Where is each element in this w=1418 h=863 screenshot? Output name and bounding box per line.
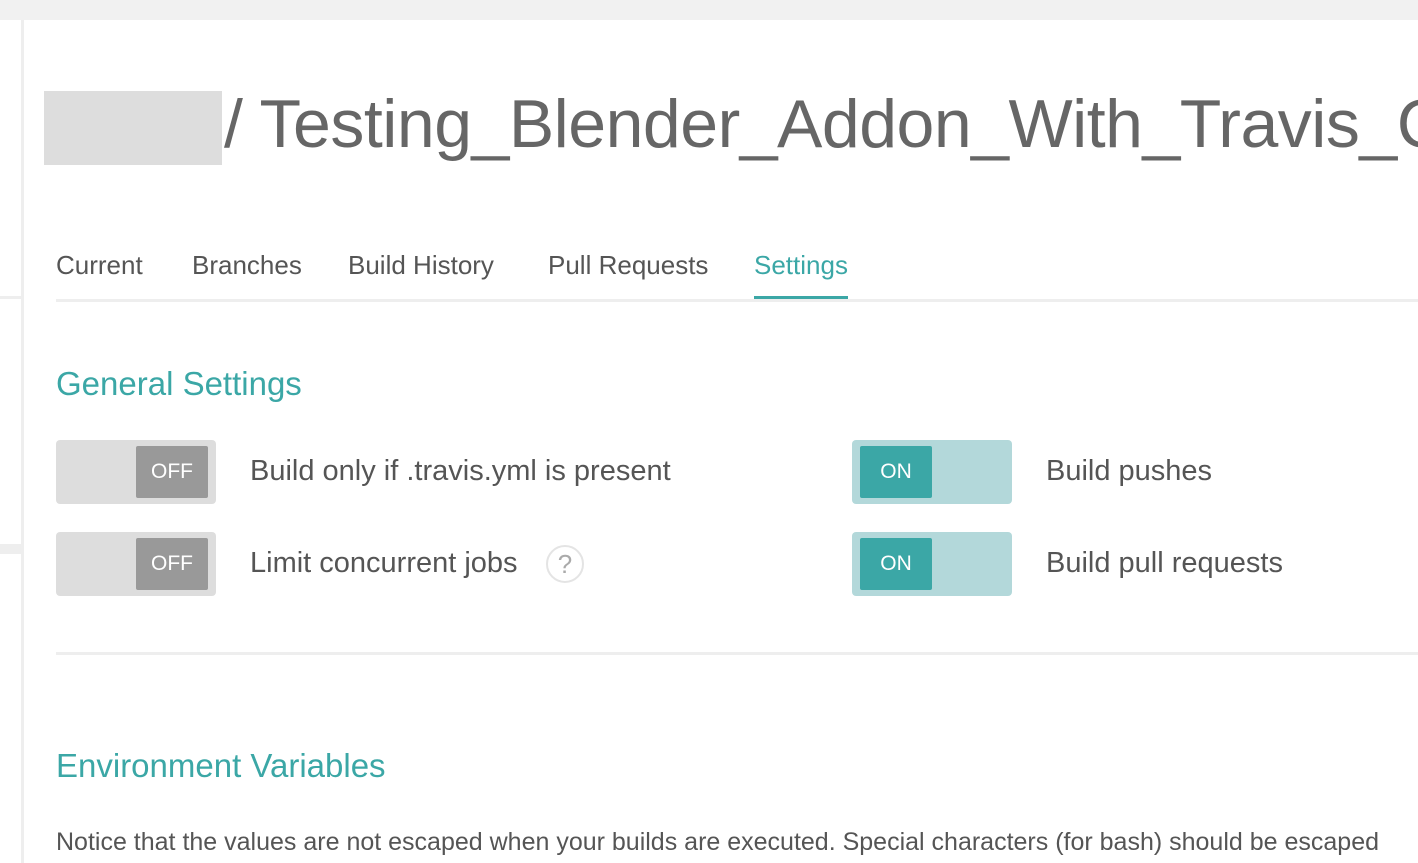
toggle-knob: OFF [136,446,208,498]
limit-concurrent-jobs-label: Limit concurrent jobs [250,547,518,579]
repo-title[interactable]: / Testing_Blender_Addon_With_Travis_C [224,82,1418,166]
toggle-knob: ON [860,446,932,498]
tab-branches[interactable]: Branches [192,248,302,282]
toggle-knob: ON [860,538,932,590]
section-divider [56,652,1418,655]
main-content: / Testing_Blender_Addon_With_Travis_C Cu… [24,20,1418,863]
tab-build-history[interactable]: Build History [348,248,494,282]
toggle-knob: OFF [136,538,208,590]
tab-current[interactable]: Current [56,248,143,282]
sidebar-divider [0,544,21,554]
env-vars-notice: Notice that the values are not escaped w… [56,828,1380,856]
build-only-if-travis-yml-label: Build only if .travis.yml is present [250,455,671,487]
tab-pull-requests[interactable]: Pull Requests [548,248,708,282]
help-icon[interactable]: ? [546,545,584,583]
top-bar [0,0,1418,20]
build-pushes-label: Build pushes [1046,455,1213,487]
tab-settings[interactable]: Settings [754,248,848,299]
build-pull-requests-label: Build pull requests [1046,547,1283,579]
environment-variables-title: Environment Variables [56,747,386,784]
general-settings-title: General Settings [56,365,302,402]
limit-concurrent-jobs-toggle[interactable]: OFF [56,532,216,596]
build-pushes-toggle[interactable]: ON [852,440,1012,504]
left-sidebar [0,20,24,863]
build-only-if-travis-yml-toggle[interactable]: OFF [56,440,216,504]
build-pull-requests-toggle[interactable]: ON [852,532,1012,596]
repo-owner-redacted[interactable] [44,91,222,165]
repo-tabs: Current Branches Build History Pull Requ… [56,248,1418,302]
sidebar-divider [0,296,21,299]
